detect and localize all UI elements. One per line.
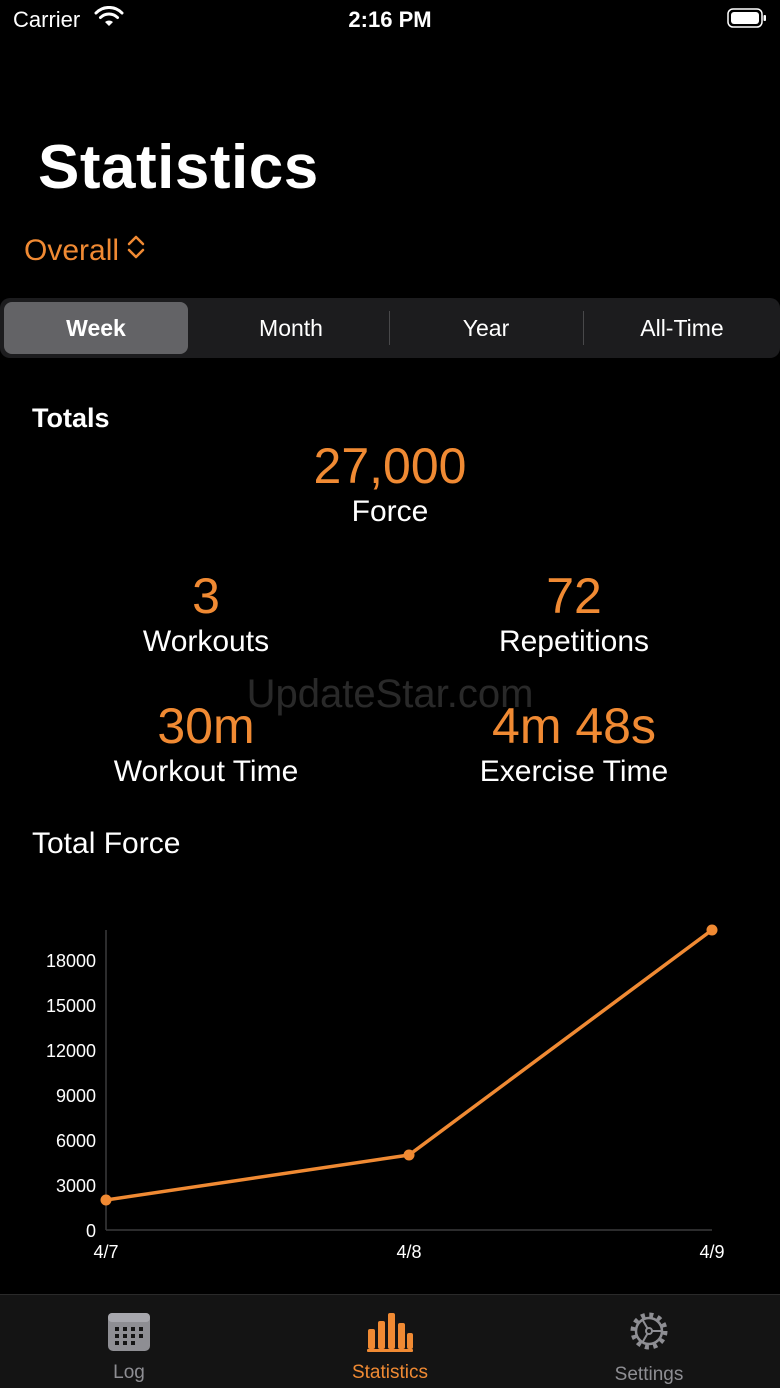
y-tick-label: 9000 bbox=[56, 1086, 96, 1106]
force-label: Force bbox=[351, 495, 429, 528]
segment-month[interactable]: Month bbox=[194, 298, 388, 358]
totals-header: Totals bbox=[32, 403, 110, 433]
battery-icon bbox=[727, 8, 767, 28]
repetitions-label: Repetitions bbox=[498, 625, 650, 658]
y-tick-label: 3000 bbox=[56, 1176, 96, 1196]
data-point bbox=[706, 924, 718, 936]
data-point bbox=[403, 1149, 415, 1161]
exercise-time-label: Exercise Time bbox=[479, 755, 669, 788]
total-force-chart: 0 3000 6000 9000 12000 15000 18000 4/7 4/8 4/9 bbox=[46, 924, 725, 1262]
scope-picker[interactable]: Overall bbox=[24, 233, 147, 269]
tab-log[interactable]: Log bbox=[29, 1295, 229, 1384]
tab-bar: Log Statistics Settings bbox=[0, 1294, 780, 1388]
workouts-label: Workouts bbox=[142, 625, 270, 658]
workouts-stat: 3 Workouts bbox=[46, 568, 366, 660]
repetitions-stat: 72 Repetitions bbox=[414, 568, 734, 660]
chevron-up-down-icon bbox=[119, 233, 147, 269]
segment-week[interactable]: Week bbox=[4, 302, 188, 354]
force-stat: 27,000 Force bbox=[190, 438, 590, 530]
x-tick-label: 4/8 bbox=[396, 1242, 421, 1262]
tab-statistics[interactable]: Statistics bbox=[290, 1295, 490, 1384]
exercise-time-value: 4m 48s bbox=[492, 698, 656, 754]
segment-year[interactable]: Year bbox=[390, 298, 582, 358]
force-value: 27,000 bbox=[313, 438, 467, 494]
exercise-time-stat: 4m 48s Exercise Time bbox=[414, 698, 734, 790]
clock: 2:16 PM bbox=[348, 7, 432, 32]
page-title: Statistics bbox=[38, 133, 319, 202]
calendar-icon bbox=[108, 1313, 150, 1351]
tab-log-label: Log bbox=[113, 1362, 145, 1383]
scope-picker-label: Overall bbox=[24, 234, 120, 267]
workout-time-label: Workout Time bbox=[113, 755, 299, 788]
bar-chart-icon bbox=[367, 1313, 413, 1352]
data-point bbox=[100, 1194, 112, 1206]
tab-settings-label: Settings bbox=[614, 1364, 684, 1385]
y-tick-label: 12000 bbox=[46, 1041, 96, 1061]
workout-time-stat: 30m Workout Time bbox=[46, 698, 366, 790]
workout-time-value: 30m bbox=[157, 698, 255, 754]
segment-all-time[interactable]: All-Time bbox=[584, 298, 780, 358]
x-tick-label: 4/7 bbox=[93, 1242, 118, 1262]
repetitions-value: 72 bbox=[546, 568, 602, 624]
workouts-value: 3 bbox=[192, 568, 220, 624]
gear-icon bbox=[630, 1312, 668, 1350]
period-segmented-control: Week Month Year All-Time bbox=[0, 298, 780, 358]
status-bar: Carrier 2:16 PM bbox=[0, 0, 780, 40]
y-tick-label: 18000 bbox=[46, 951, 96, 971]
y-tick-label: 0 bbox=[86, 1221, 96, 1241]
tab-settings[interactable]: Settings bbox=[549, 1295, 749, 1386]
tab-statistics-label: Statistics bbox=[351, 1362, 429, 1383]
y-tick-label: 6000 bbox=[56, 1131, 96, 1151]
x-tick-label: 4/9 bbox=[699, 1242, 724, 1262]
chart-title: Total Force bbox=[32, 827, 181, 860]
y-tick-label: 15000 bbox=[46, 996, 96, 1016]
